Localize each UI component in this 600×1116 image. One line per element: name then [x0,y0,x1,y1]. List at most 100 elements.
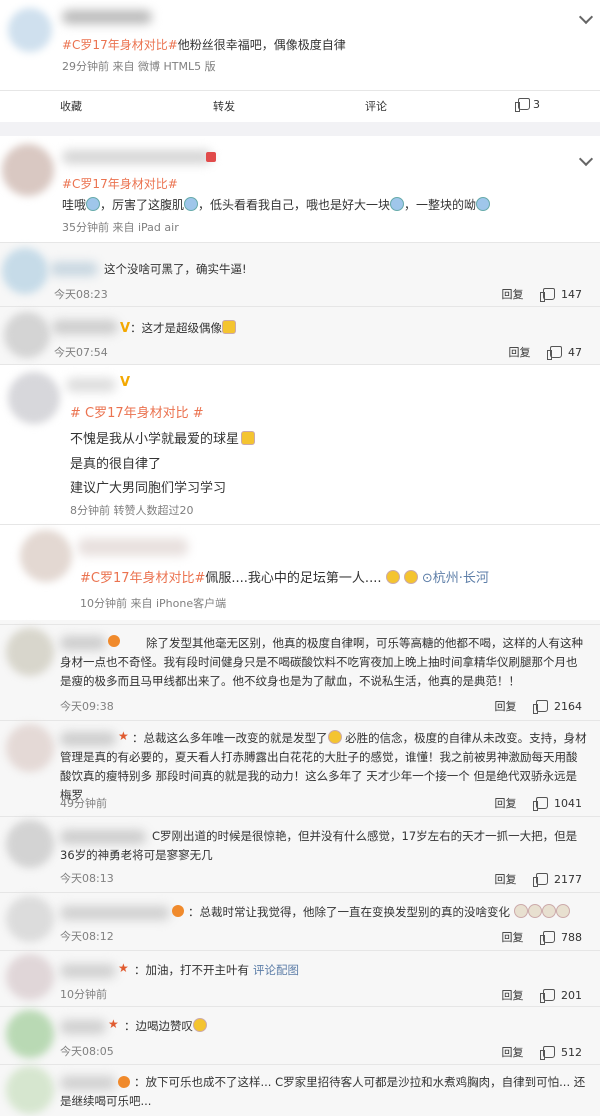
image-link[interactable]: 评论配图 [253,963,299,977]
divider [0,1006,600,1007]
comment-body-a: ：总裁这么多年唯一改变的就是发型了 [132,731,328,745]
reply-button[interactable]: 回复 [502,989,524,1002]
reply-section: V：这才是超级偶像 今天07:54 回复 47 [0,306,600,364]
hashtag-link[interactable]: # C罗17年身材对比 # [70,402,204,421]
like-button[interactable]: 147 [540,288,582,302]
reply-text: 这个没啥可黑了，确实牛逼! [104,262,247,276]
post-line-2: 是真的很自律了 [70,457,162,472]
comment-time: 今天08:13 [60,872,114,885]
hashtag-link[interactable]: #C罗17年身材对比# [80,571,205,586]
like-button[interactable]: 788 [540,931,582,945]
like-button[interactable]: 2164 [533,700,582,714]
sad-emoji-icon [541,904,556,918]
avatar[interactable] [20,530,72,582]
post-meta: 29分钟前 来自 微博 HTML5 版 [62,60,216,73]
thumb-up-icon [540,288,555,302]
thumb-up-icon [533,797,548,811]
post-text: #C罗17年身材对比#他粉丝很幸福吧，偶像极度自律 [62,36,346,53]
post-meta: 35分钟前 来自 iPad air [62,221,179,234]
like-count: 3 [533,98,540,111]
username-blurred[interactable] [78,538,188,556]
reply-actions: 回复 147 [502,286,582,302]
comments-section [0,620,600,1116]
repost-button[interactable]: 转发 [213,98,235,114]
like-button[interactable]: 2177 [533,873,582,887]
emoji-icon [403,570,418,584]
hashtag-link[interactable]: #C罗17年身材对比# [62,38,178,52]
reply-button[interactable]: 回复 [509,346,531,359]
comment-actions: 回复 788 [502,929,582,945]
avatar[interactable] [8,8,52,52]
reply-button[interactable]: 回复 [502,931,524,944]
comment-text: ：总裁这么多年唯一改变的就是发型了 必胜的信念，极度的自律从未改变。支持，身材管… [60,729,588,805]
hashtag-link[interactable]: #C罗17年身材对比# [62,175,178,192]
divider [0,816,600,817]
username-blurred[interactable] [50,262,98,276]
divider [0,90,600,91]
comment-text: ：放下可乐也成不了这样... C罗家里招待客人可都是沙拉和水煮鸡胸肉，自律到可怕… [60,1073,588,1111]
reply-text: V：这才是超级偶像 [120,319,237,338]
like-count: 47 [568,346,582,359]
location-label: 杭州·长河 [432,571,489,586]
username-blurred[interactable] [62,150,212,164]
divider [0,364,600,365]
like-button[interactable]: 201 [540,989,582,1003]
post-body-c: ，低头看看我自己，哦也是好大一块 [198,198,391,212]
like-button[interactable]: 3 [515,98,540,112]
post-body: 佩服....我心中的足坛第一人.... [205,571,382,586]
reply-button[interactable]: 回复 [495,797,517,810]
location-pin-icon: ⊙ [421,571,433,586]
chevron-down-icon[interactable] [578,151,594,167]
reply-button[interactable]: 回复 [502,1046,524,1059]
sad-emoji-icon [555,904,570,918]
star-badge-icon: ★ [118,961,129,975]
like-count: 512 [561,1046,582,1059]
like-count: 2164 [554,700,582,713]
divider [0,624,600,625]
location-link[interactable]: ⊙杭州·长河 [422,571,489,586]
avatar[interactable] [6,954,54,1000]
thumb-up-icon [533,873,548,887]
avatar[interactable] [6,1066,54,1114]
post-meta: 10分钟前 来自 iPhone客户端 [80,597,227,610]
comment-text: ：加油，打不开主叶有 评论配图 [134,961,299,980]
reply-button[interactable]: 回复 [495,700,517,713]
avatar[interactable] [6,896,54,942]
username-blurred[interactable] [60,1020,106,1034]
reply-time: 今天07:54 [54,346,108,359]
avatar[interactable] [6,1010,54,1058]
avatar[interactable] [6,820,54,868]
comment-button[interactable]: 评论 [365,98,387,114]
comment-text: ：总裁时常让我觉得，他除了一直在变换发型别的真的没啥变化 [188,903,570,922]
reply-button[interactable]: 回复 [495,873,517,886]
username-blurred[interactable] [60,906,170,920]
username-blurred[interactable] [60,964,116,978]
avatar[interactable] [2,248,48,294]
favorite-button[interactable]: 收藏 [60,98,82,114]
like-count: 201 [561,989,582,1002]
avatar[interactable] [6,628,54,676]
emoji-icon [385,570,400,584]
sad-emoji-icon [527,904,542,918]
laugh-cry-emoji-icon [390,197,405,211]
avatar[interactable] [8,372,60,424]
username-blurred[interactable] [66,378,116,392]
avatar[interactable] [4,312,50,358]
reply-button[interactable]: 回复 [502,288,524,301]
like-button[interactable]: 512 [540,1046,582,1060]
username-blurred[interactable] [62,10,152,24]
divider [0,1064,600,1065]
like-count: 788 [561,931,582,944]
comment-body: ：放下可乐也成不了这样... C罗家里招待客人可都是沙拉和水煮鸡胸肉，自律到可怕… [60,1075,586,1108]
avatar[interactable] [2,144,54,196]
chevron-down-icon[interactable] [578,9,594,25]
reply-body: ：这才是超级偶像 [130,321,223,335]
like-button[interactable]: 1041 [533,797,582,811]
laugh-cry-emoji-icon [476,197,491,211]
divider [0,306,600,307]
comment-body: 除了发型其他毫无区别，他真的极度自律啊，可乐等高糖的他都不喝，这样的人有这种身材… [60,636,583,688]
divider [0,242,600,243]
like-button[interactable]: 47 [547,346,582,360]
avatar[interactable] [6,724,54,772]
username-blurred[interactable] [52,320,118,334]
